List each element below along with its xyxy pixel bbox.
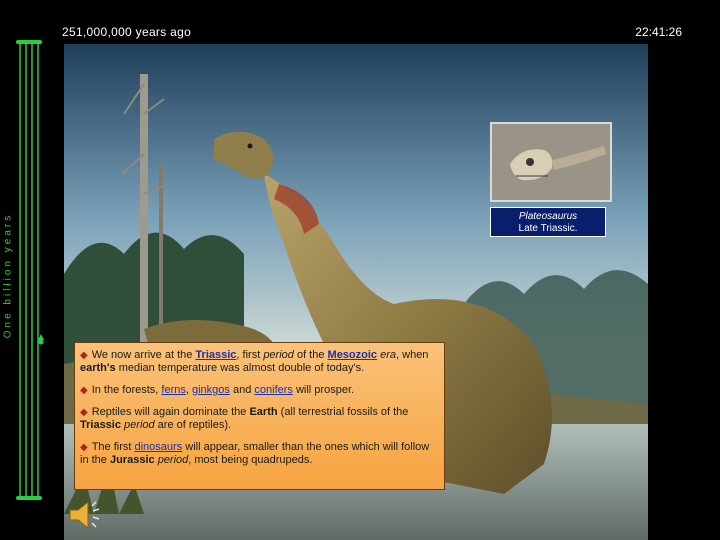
text-fragment: , most being quadrupeds. [188,454,313,466]
species-period: Late Triassic. [518,223,578,234]
text-fragment: era [377,349,397,361]
clock: 22:41:26 [635,25,682,39]
diamond-icon: ◆ [80,385,88,396]
text-fragment: median temperature was almost double of … [115,362,365,374]
plateosaurus-skull-thumbnail[interactable] [490,122,612,202]
link-mesozoic[interactable]: Mesozoic [328,349,378,361]
link-conifers[interactable]: conifers [254,384,293,396]
paragraph-dinosaurs: ◆ The first dinosaurs will appear, smalle… [80,441,439,467]
text-fragment: are of reptiles). [154,419,232,431]
text-fragment: earth's [80,362,116,374]
text-fragment: We now arrive at the [91,349,196,361]
paragraph-reptiles: ◆ Reptiles will again dominate the Earth … [80,406,439,432]
text-fragment: period [157,454,189,466]
text-fragment: Triassic [80,419,121,431]
link-triassic[interactable]: Triassic [195,349,236,361]
timeline-lines [19,42,39,498]
speaker-icon[interactable] [66,498,106,532]
link-ferns[interactable]: ferns [161,384,185,396]
text-fragment: , first [236,349,264,361]
text-fragment: Reptiles will again dominate the [91,406,250,418]
text-fragment: (all terrestrial fossils of the [277,406,409,418]
timeline-marker-dot [38,339,44,345]
text-fragment: In the forests, [91,384,162,396]
text-fragment: Jurassic [109,454,155,466]
diamond-icon: ◆ [80,407,88,418]
specimen-caption: Plateosaurus Late Triassic. [490,207,606,237]
text-fragment: The first [91,441,135,453]
text-fragment: of the [293,349,328,361]
diamond-icon: ◆ [80,442,88,453]
text-fragment: period [263,349,294,361]
paragraph-forests: ◆ In the forests, ferns, ginkgos and coni… [80,384,439,397]
timeline-marker-icon[interactable] [38,334,44,340]
skull-image [492,124,610,200]
species-name: Plateosaurus [518,211,578,222]
diamond-icon: ◆ [80,350,88,361]
text-fragment: will prosper. [292,384,355,396]
narrative-textbox: ◆ We now arrive at the Triassic, first pe… [74,342,445,490]
text-fragment: , when [396,349,429,361]
text-fragment: and [229,384,255,396]
link-dinosaurs[interactable]: dinosaurs [135,441,183,453]
text-fragment: period [124,419,155,431]
timeline-label: One billion years [2,212,14,339]
link-ginkgos[interactable]: ginkgos [192,384,230,396]
years-ago-label: 251,000,000 years ago [62,25,192,39]
text-fragment: Earth [249,406,278,418]
timeline-ruler[interactable] [14,38,48,502]
paragraph-triassic: ◆ We now arrive at the Triassic, first pe… [80,349,439,375]
